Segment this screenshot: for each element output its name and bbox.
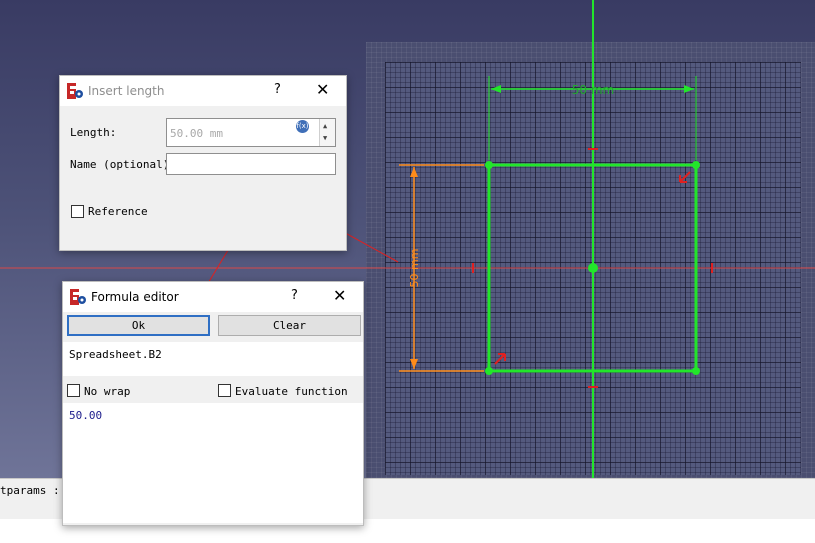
name-label: Name (optional) xyxy=(70,158,170,171)
name-input[interactable] xyxy=(166,153,336,175)
spin-up-icon[interactable]: ▲ xyxy=(323,122,327,130)
evaluate-function-label: Evaluate function xyxy=(235,385,348,398)
expression-text: Spreadsheet.B2 xyxy=(69,348,162,361)
length-input[interactable]: 50.00 mm f(x) ▲ ▼ xyxy=(166,118,336,147)
formula-editor-titlebar[interactable]: Formula editor ? ✕ xyxy=(63,282,363,312)
insert-length-dialog[interactable]: Insert length ? ✕ Length: 50.00 mm f(x) … xyxy=(59,75,347,251)
length-spinbox-buttons[interactable]: ▲ ▼ xyxy=(319,119,335,146)
dialog-title: Formula editor xyxy=(91,290,179,304)
evaluate-function-checkbox[interactable] xyxy=(218,384,231,397)
formula-editor-dialog[interactable]: Formula editor ? ✕ Ok Clear Spreadsheet.… xyxy=(62,281,364,526)
ok-button[interactable]: Ok xyxy=(67,315,210,336)
length-value: 50.00 mm xyxy=(170,127,223,140)
close-button[interactable]: ✕ xyxy=(333,286,346,305)
freecad-icon xyxy=(70,289,86,305)
no-wrap-checkbox[interactable] xyxy=(67,384,80,397)
no-wrap-label: No wrap xyxy=(84,385,131,398)
close-button[interactable]: ✕ xyxy=(316,80,329,99)
help-button[interactable]: ? xyxy=(291,288,298,303)
expression-editor[interactable]: Spreadsheet.B2 xyxy=(63,342,363,376)
clear-button[interactable]: Clear xyxy=(218,315,361,336)
help-button[interactable]: ? xyxy=(274,82,281,97)
reference-label: Reference xyxy=(88,205,148,218)
spin-down-icon[interactable]: ▼ xyxy=(323,134,327,142)
dialog-title: Insert length xyxy=(88,84,165,98)
freecad-icon xyxy=(67,83,83,99)
reference-checkbox[interactable] xyxy=(71,205,84,218)
result-value: 50.00 xyxy=(69,409,103,422)
sketch-grid xyxy=(385,62,801,475)
insert-length-titlebar[interactable]: Insert length ? ✕ xyxy=(60,76,346,106)
result-area: 50.00 xyxy=(63,403,363,523)
expression-icon[interactable]: f(x) xyxy=(296,120,309,133)
length-label: Length: xyxy=(70,126,117,139)
